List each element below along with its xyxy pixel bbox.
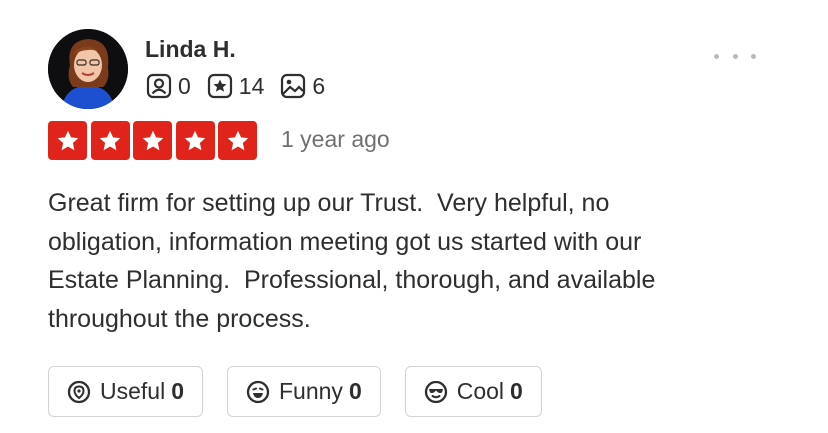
funny-count: 0 (348, 378, 362, 404)
user-stats: 0 14 6 (146, 71, 341, 101)
cool-button[interactable]: Cool 0 (404, 366, 542, 417)
rating-star-icon (133, 121, 172, 160)
more-options-icon[interactable] (714, 46, 756, 66)
avatar[interactable] (48, 29, 128, 109)
review-star-icon (207, 73, 232, 99)
photo-icon (281, 73, 306, 99)
review-date: 1 year ago (281, 126, 390, 152)
rating-star-icon (175, 121, 215, 160)
reviews-stat: 14 (207, 72, 265, 100)
funny-button[interactable]: Funny 0 (227, 366, 381, 417)
cool-icon (424, 380, 447, 403)
reviews-count: 14 (238, 72, 265, 99)
star-rating (48, 121, 261, 160)
funny-icon (246, 380, 270, 403)
user-name[interactable]: Linda H. (145, 36, 236, 63)
cool-count: 0 (510, 378, 523, 404)
useful-count: 0 (171, 378, 184, 404)
avatar-image (48, 29, 128, 109)
useful-label: Useful (100, 378, 166, 404)
rating-star-icon (90, 121, 130, 160)
friends-count: 0 (178, 72, 191, 99)
photos-stat: 6 (280, 73, 325, 100)
rating-star-icon (48, 121, 87, 160)
funny-label: Funny (279, 378, 343, 404)
review-text: Great firm for setting up our Trust. Ver… (48, 189, 656, 333)
photos-count: 6 (312, 72, 326, 99)
reaction-buttons: Useful 0 Funny 0 Cool 0 (48, 366, 566, 417)
rating-star-icon (218, 121, 257, 160)
useful-button[interactable]: Useful 0 (48, 366, 203, 417)
friends-stat: 0 (146, 73, 191, 100)
useful-icon (67, 380, 91, 403)
friends-icon (146, 73, 172, 99)
cool-label: Cool (456, 378, 505, 404)
